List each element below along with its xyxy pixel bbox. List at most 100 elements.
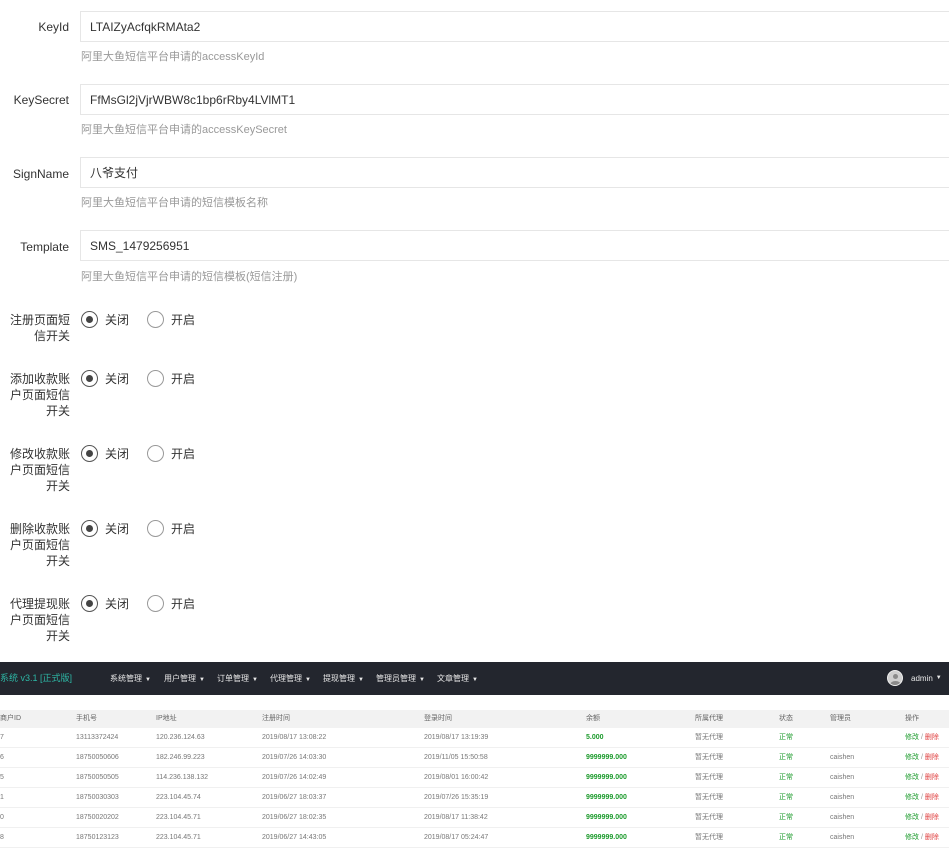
agent-withdraw-sms-off-radio[interactable]: 关闭 bbox=[81, 595, 129, 612]
cell-admin: caishen bbox=[830, 774, 855, 781]
cell-actions: 修改 / 删除 bbox=[905, 833, 939, 843]
edit-link[interactable]: 修改 bbox=[905, 754, 919, 761]
cell-actions: 修改 / 删除 bbox=[905, 813, 939, 823]
delete-link[interactable]: 删除 bbox=[925, 834, 939, 841]
cell-status: 正常 bbox=[779, 834, 793, 841]
cell-agent: 暂无代理 bbox=[695, 754, 723, 761]
keyid-label: KeyId bbox=[38, 20, 69, 34]
menu-label: 代理管理 bbox=[270, 674, 302, 683]
menu-label: 订单管理 bbox=[217, 674, 249, 683]
register-sms-on-radio[interactable]: 开启 bbox=[147, 311, 195, 328]
menu-articles[interactable]: 文章管理 ▼ bbox=[437, 662, 478, 697]
cell-login-time: 2019/08/01 16:00:42 bbox=[424, 774, 489, 781]
cell-login-time: 2019/08/17 11:38:42 bbox=[424, 814, 488, 821]
caret-down-icon: ▼ bbox=[358, 677, 364, 683]
edit-link[interactable]: 修改 bbox=[905, 834, 919, 841]
cell-status: 正常 bbox=[779, 794, 793, 801]
cell-balance: 9999999.000 bbox=[586, 814, 627, 821]
table-row: 5 18750050505 114.236.138.132 2019/07/26 14… bbox=[0, 768, 949, 788]
edit-account-sms-switch-label: 修改收款账户页面短信开关 bbox=[9, 447, 70, 493]
system-brand[interactable]: 系统 v3.1 [正式版] bbox=[0, 662, 72, 695]
caret-down-icon: ▼ bbox=[935, 675, 942, 681]
edit-account-sms-off-radio[interactable]: 关闭 bbox=[81, 445, 129, 462]
edit-link[interactable]: 修改 bbox=[905, 774, 919, 781]
keysecret-input[interactable] bbox=[80, 84, 949, 115]
cell-ip: 114.236.138.132 bbox=[156, 774, 209, 781]
menu-admins[interactable]: 管理员管理 ▼ bbox=[376, 662, 425, 697]
radio-off-label: 关闭 bbox=[105, 372, 130, 386]
keysecret-label: KeySecret bbox=[13, 93, 69, 107]
delete-link[interactable]: 删除 bbox=[925, 754, 939, 761]
cell-login-time: 2019/08/17 05:24:47 bbox=[424, 834, 489, 841]
radio-on-label: 开启 bbox=[171, 597, 196, 611]
caret-down-icon: ▼ bbox=[145, 677, 151, 683]
caret-down-icon: ▼ bbox=[305, 677, 311, 683]
cell-phone: 18750020202 bbox=[76, 814, 119, 821]
edit-link[interactable]: 修改 bbox=[905, 734, 919, 741]
template-input[interactable] bbox=[80, 230, 949, 261]
signname-input[interactable] bbox=[80, 157, 949, 188]
cell-actions: 修改 / 删除 bbox=[905, 793, 939, 803]
agent-withdraw-sms-switch-label: 代理提现账户页面短信开关 bbox=[9, 597, 70, 643]
delete-link[interactable]: 删除 bbox=[925, 734, 939, 741]
caret-down-icon: ▼ bbox=[199, 677, 205, 683]
edit-link[interactable]: 修改 bbox=[905, 794, 919, 801]
cell-balance: 9999999.000 bbox=[586, 794, 627, 801]
keyid-input[interactable] bbox=[80, 11, 949, 42]
add-account-sms-off-radio[interactable]: 关闭 bbox=[81, 370, 129, 387]
col-balance: 余额 bbox=[586, 715, 600, 722]
cell-reg-time: 2019/06/27 18:02:35 bbox=[262, 814, 327, 821]
cell-login-time: 2019/11/05 15:50:58 bbox=[424, 754, 488, 761]
cell-phone: 18750030303 bbox=[76, 794, 119, 801]
add-account-sms-on-radio[interactable]: 开启 bbox=[147, 370, 195, 387]
cell-status: 正常 bbox=[779, 754, 793, 761]
menu-orders[interactable]: 订单管理 ▼ bbox=[217, 662, 258, 697]
cell-ip: 223.104.45.71 bbox=[156, 834, 201, 841]
delete-account-sms-on-radio[interactable]: 开启 bbox=[147, 520, 195, 537]
radio-unchecked-icon bbox=[147, 311, 164, 328]
admin-top-nav: 系统 v3.1 [正式版] 系统管理 ▼ 用户管理 ▼ 订单管理 ▼ 代理管理 ▼ 提现… bbox=[0, 662, 949, 695]
keysecret-hint: 阿里大鱼短信平台申请的accessKeySecret bbox=[81, 124, 287, 136]
delete-link[interactable]: 删除 bbox=[925, 814, 939, 821]
menu-withdraw[interactable]: 提现管理 ▼ bbox=[323, 662, 364, 697]
user-menu[interactable]: admin ▼ bbox=[887, 670, 942, 686]
cell-reg-time: 2019/07/26 14:03:30 bbox=[262, 754, 327, 761]
delete-account-sms-off-radio[interactable]: 关闭 bbox=[81, 520, 129, 537]
cell-reg-time: 2019/06/27 14:43:05 bbox=[262, 834, 327, 841]
cell-agent: 暂无代理 bbox=[695, 834, 723, 841]
edit-account-sms-on-radio[interactable]: 开启 bbox=[147, 445, 195, 462]
add-account-sms-switch-label: 添加收款账户页面短信开关 bbox=[9, 372, 70, 418]
cell-id: 8 bbox=[0, 834, 4, 841]
register-sms-off-radio[interactable]: 关闭 bbox=[81, 311, 129, 328]
radio-on-label: 开启 bbox=[171, 313, 196, 327]
menu-system[interactable]: 系统管理 ▼ bbox=[110, 662, 151, 697]
delete-link[interactable]: 删除 bbox=[925, 794, 939, 801]
cell-id: 1 bbox=[0, 794, 4, 801]
table-row: 6 18750050606 182.246.99.223 2019/07/26 14:… bbox=[0, 748, 949, 768]
username: admin bbox=[911, 673, 933, 683]
menu-users[interactable]: 用户管理 ▼ bbox=[164, 662, 205, 697]
col-id: 商户ID bbox=[0, 715, 21, 722]
agent-withdraw-sms-on-radio[interactable]: 开启 bbox=[147, 595, 195, 612]
radio-on-label: 开启 bbox=[171, 522, 196, 536]
radio-on-label: 开启 bbox=[171, 447, 196, 461]
edit-link[interactable]: 修改 bbox=[905, 814, 919, 821]
cell-agent: 暂无代理 bbox=[695, 814, 723, 821]
register-sms-switch-label: 注册页面短信开关 bbox=[9, 313, 70, 343]
cell-actions: 修改 / 删除 bbox=[905, 753, 939, 763]
template-label: Template bbox=[20, 240, 69, 254]
cell-status: 正常 bbox=[779, 774, 793, 781]
cell-balance: 9999999.000 bbox=[586, 754, 627, 761]
cell-admin: caishen bbox=[830, 834, 855, 841]
delete-link[interactable]: 删除 bbox=[925, 774, 939, 781]
cell-login-time: 2019/07/26 15:35:19 bbox=[424, 794, 489, 801]
template-hint: 阿里大鱼短信平台申请的短信模板(短信注册) bbox=[81, 271, 298, 283]
menu-agents[interactable]: 代理管理 ▼ bbox=[270, 662, 311, 697]
radio-unchecked-icon bbox=[147, 520, 164, 537]
cell-ip: 120.236.124.63 bbox=[156, 734, 205, 741]
cell-reg-time: 2019/06/27 18:03:37 bbox=[262, 794, 327, 801]
keyid-hint: 阿里大鱼短信平台申请的accessKeyId bbox=[81, 51, 265, 63]
table-row: 0 18750020202 223.104.45.71 2019/06/27 18:0… bbox=[0, 808, 949, 828]
radio-checked-icon bbox=[81, 370, 98, 387]
signname-hint: 阿里大鱼短信平台申请的短信模板名称 bbox=[81, 197, 268, 209]
